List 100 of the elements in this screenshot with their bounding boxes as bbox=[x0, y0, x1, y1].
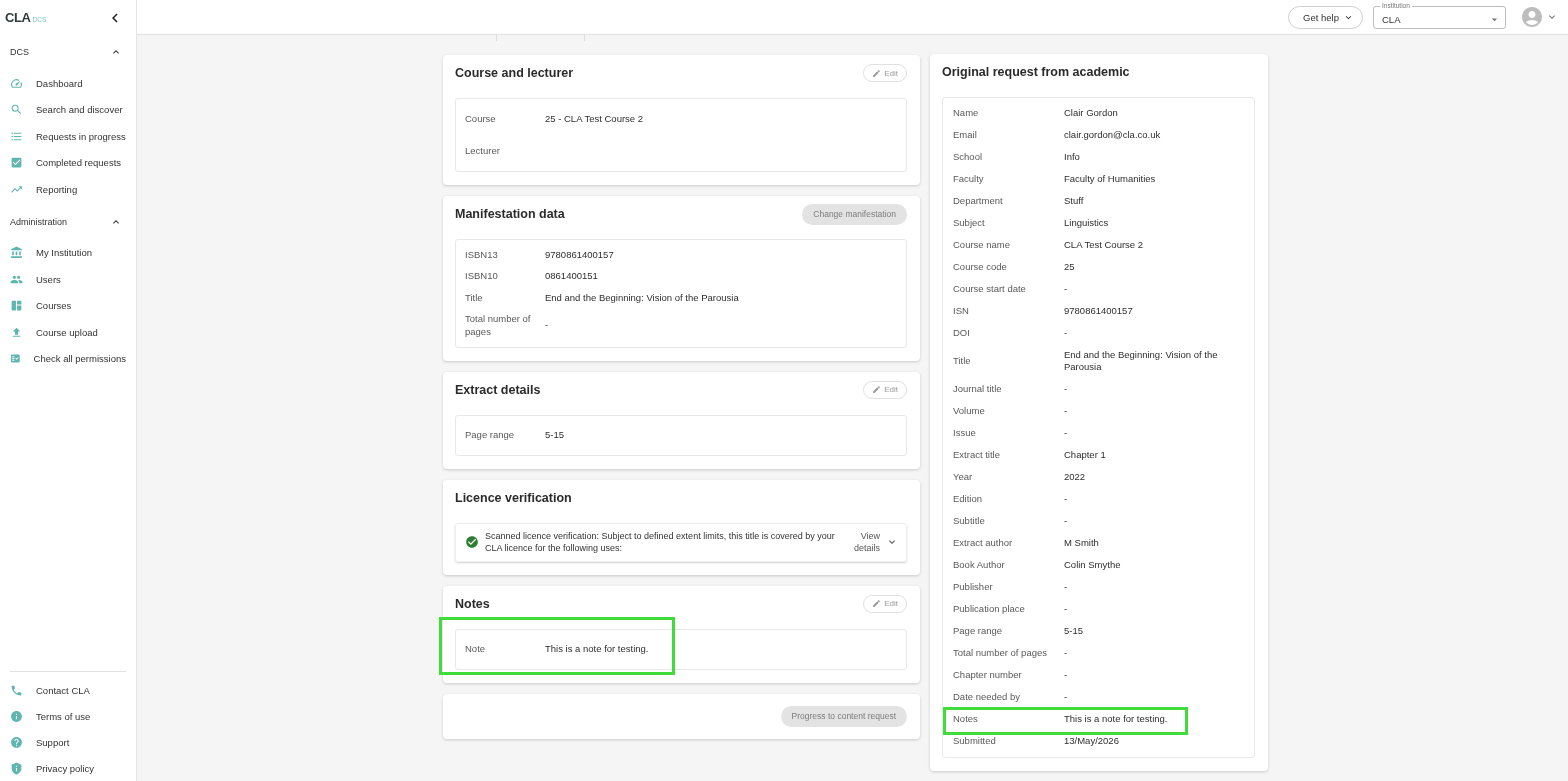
nav-link[interactable]: Search and discover bbox=[0, 96, 136, 123]
field-label: Note bbox=[465, 642, 487, 656]
field-value: Clair Gordon bbox=[1064, 106, 1118, 120]
field-label: Chapter number bbox=[953, 669, 1023, 682]
field-value: 5-15 bbox=[1064, 625, 1083, 638]
field-value: M Smith bbox=[1064, 537, 1099, 550]
field-value: 0861400151 bbox=[545, 270, 598, 283]
field-label: Name bbox=[953, 106, 980, 120]
field-value: Faculty of Humanities bbox=[1064, 172, 1156, 186]
nav-link[interactable]: Course upload bbox=[0, 319, 136, 346]
get-help-button[interactable]: Get help bbox=[1288, 5, 1363, 29]
field-label: Email bbox=[953, 128, 978, 142]
field-value: - bbox=[545, 319, 549, 332]
field-label: Publisher bbox=[953, 581, 994, 594]
nav-link[interactable]: Completed requests bbox=[0, 149, 136, 176]
field-value: clair.gordon@cla.co.uk bbox=[1064, 128, 1161, 142]
field-label: Journal title bbox=[953, 383, 1003, 396]
field-label: ISN bbox=[953, 304, 970, 318]
nav-link[interactable]: Support bbox=[10, 729, 126, 755]
nav-link[interactable]: Courses bbox=[0, 292, 136, 319]
field-value: - bbox=[1064, 515, 1068, 528]
phone-icon bbox=[10, 683, 23, 697]
field-value: This is a note for testing. bbox=[1064, 713, 1168, 726]
nav-link[interactable]: My Institution bbox=[0, 239, 136, 266]
card-title: Notes bbox=[455, 596, 490, 611]
help-icon bbox=[10, 735, 23, 749]
field-value: - bbox=[1064, 493, 1068, 506]
field-label: Notes bbox=[953, 713, 979, 726]
section-toggle[interactable]: DCS bbox=[0, 39, 136, 65]
field-value: - bbox=[1064, 383, 1068, 396]
field-label: Department bbox=[953, 194, 1004, 208]
field-label: Volume bbox=[953, 405, 986, 418]
field-label: Lecturer bbox=[465, 144, 501, 158]
field-label: School bbox=[953, 150, 984, 164]
pencil-icon bbox=[872, 68, 882, 78]
field-label: DOI bbox=[953, 326, 971, 340]
field-value: - bbox=[1064, 405, 1068, 418]
bank-building-icon bbox=[10, 246, 23, 260]
field-label: Title bbox=[465, 291, 484, 304]
field-label: Extract author bbox=[953, 537, 1014, 550]
field-label: Subtitle bbox=[953, 515, 986, 528]
field-label: Subject bbox=[953, 216, 986, 230]
field-label: Page range bbox=[465, 428, 516, 442]
field-value: End and the Beginning: Vision of the Parousia bbox=[545, 291, 739, 304]
card-title: Original request from academic bbox=[942, 65, 1130, 79]
field-label: Book Author bbox=[953, 559, 1006, 572]
field-label: Year bbox=[953, 471, 974, 484]
card-title: Extract details bbox=[455, 382, 541, 397]
field-value: CLA Test Course 2 bbox=[1064, 238, 1144, 252]
card-title: Manifestation data bbox=[455, 207, 565, 221]
field-value: 25 - CLA Test Course 2 bbox=[545, 112, 644, 126]
pencil-icon bbox=[872, 385, 882, 394]
view-details-link[interactable]: View details bbox=[846, 529, 880, 555]
licence-text: Scanned licence verification: Subject to defined extent limits, this title is covered by your CLA licence for the following uses: bbox=[485, 529, 836, 555]
card-title: Course and lecturer bbox=[455, 66, 574, 80]
nav-link[interactable]: Contact CLA bbox=[10, 677, 126, 703]
field-label: Course name bbox=[953, 238, 1012, 252]
field-label: Title bbox=[953, 355, 972, 368]
nav-link[interactable]: Dashboard bbox=[0, 70, 136, 97]
nav-link[interactable]: Check all permissions bbox=[0, 345, 136, 372]
gauge-icon bbox=[10, 76, 23, 90]
field-value: - bbox=[1064, 427, 1068, 440]
field-label: Edition bbox=[953, 493, 984, 506]
nav-link[interactable]: Requests in progress bbox=[0, 123, 136, 150]
field-label: Faculty bbox=[953, 172, 985, 186]
field-label: ISBN13 bbox=[465, 248, 499, 261]
field-value: Chapter 1 bbox=[1064, 449, 1106, 462]
avatar-icon bbox=[1520, 5, 1544, 29]
field-label: Page range bbox=[953, 625, 1004, 638]
nav-link[interactable]: Terms of use bbox=[10, 703, 126, 729]
nav-link[interactable]: Reporting bbox=[0, 176, 136, 203]
info-icon bbox=[10, 709, 23, 723]
field-value: - bbox=[1064, 581, 1068, 594]
checkbox-icon bbox=[10, 156, 23, 170]
select-value: CLA bbox=[1382, 13, 1401, 25]
field-label: Publication place bbox=[953, 603, 1026, 616]
nav-link[interactable]: Users bbox=[0, 266, 136, 293]
field-value: - bbox=[1064, 647, 1068, 660]
field-label: Course bbox=[465, 112, 497, 126]
field-value: 5-15 bbox=[545, 428, 564, 442]
field-value: 9780861400157 bbox=[545, 248, 614, 261]
field-value: - bbox=[1064, 669, 1068, 682]
shield-icon bbox=[10, 761, 23, 775]
field-label: Course start date bbox=[953, 282, 1027, 296]
field-value: - bbox=[1064, 603, 1068, 616]
field-label: Course code bbox=[953, 260, 1008, 274]
field-value: - bbox=[1064, 326, 1068, 340]
field-value: 13/May/2026 bbox=[1064, 735, 1119, 748]
field-value: 9780861400157 bbox=[1064, 304, 1133, 318]
nav-link[interactable]: Privacy policy bbox=[10, 755, 126, 781]
field-label: Extract title bbox=[953, 449, 1001, 462]
field-value: Stuff bbox=[1064, 194, 1084, 208]
pencil-icon bbox=[872, 599, 882, 608]
tiles-icon bbox=[10, 299, 23, 313]
section-toggle[interactable]: Administration bbox=[0, 208, 136, 235]
field-label: Submitted bbox=[953, 735, 997, 748]
field-label: Date needed by bbox=[953, 691, 1022, 704]
field-label: Total number of pages bbox=[465, 313, 532, 338]
card-title: Licence verification bbox=[455, 490, 572, 505]
search-icon bbox=[10, 103, 23, 117]
